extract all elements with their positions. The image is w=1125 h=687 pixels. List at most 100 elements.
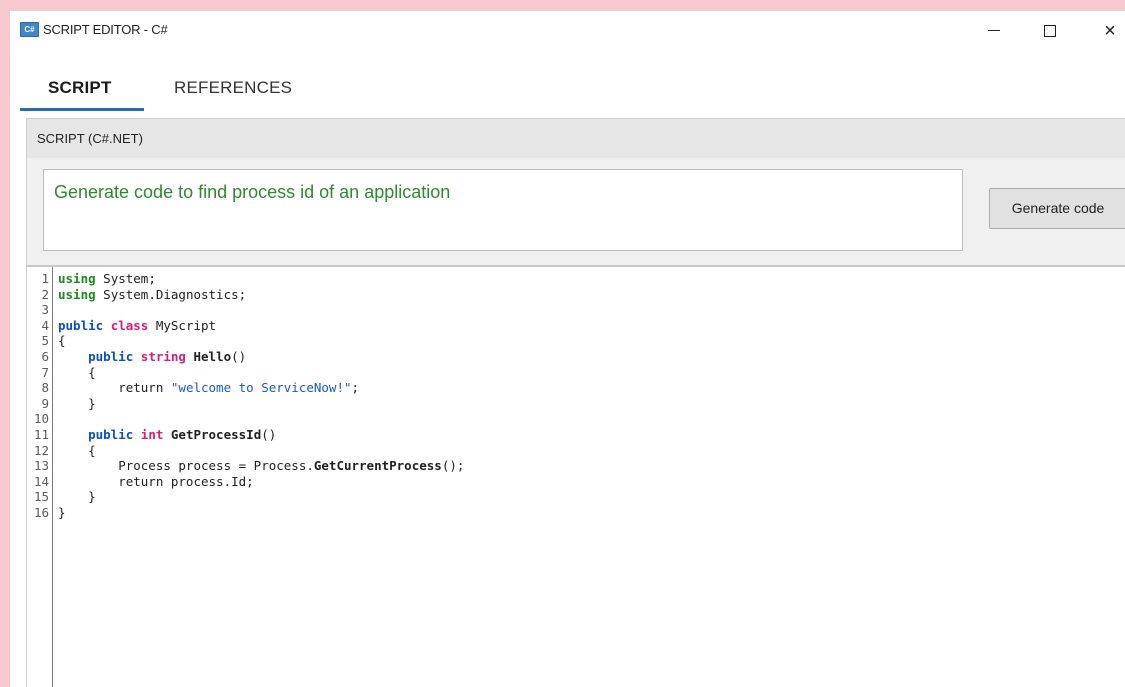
code-token: GetProcessId	[170, 427, 262, 442]
line-number: 10	[33, 411, 49, 427]
line-number: 2	[41, 286, 49, 302]
maximize-button[interactable]	[1028, 11, 1072, 51]
code-line: 10	[27, 411, 49, 426]
code-text: }	[58, 489, 96, 504]
code-token: System.Diagnostics;	[95, 286, 247, 302]
code-token: Process process = Process.	[58, 458, 314, 474]
code-token: }	[58, 395, 96, 411]
code-text: public string Hello()	[58, 349, 246, 364]
generate-code-button[interactable]: Generate code	[989, 188, 1125, 229]
line-number: 14	[33, 473, 49, 489]
script-panel-header: SCRIPT (C#.NET)	[26, 118, 1125, 159]
code-text: {	[58, 443, 96, 458]
maximize-icon	[1044, 24, 1056, 37]
code-text: return "welcome to ServiceNow!";	[58, 380, 359, 395]
code-line: 1 using System;	[27, 271, 155, 286]
code-editor[interactable]: 1 using System; 2 using System.Diagnostics;…	[26, 265, 1125, 687]
code-text: public int GetProcessId()	[58, 427, 276, 442]
code-line: 6 public string Hello()	[27, 349, 246, 364]
tab-references[interactable]: REFERENCES	[174, 78, 292, 98]
csharp-icon: C#	[20, 22, 39, 37]
tab-bar: SCRIPT REFERENCES	[10, 50, 1125, 112]
line-number: 16	[33, 505, 49, 520]
script-editor-window: C# SCRIPT EDITOR - C# × SCRIPT REFERENCE…	[10, 0, 1125, 687]
line-number: 15	[33, 489, 49, 505]
code-text: {	[58, 365, 96, 380]
code-line: 9 }	[27, 395, 95, 411]
code-text: using System;	[58, 271, 156, 286]
minimize-icon	[988, 30, 1000, 32]
title-bar: C# SCRIPT EDITOR - C# ×	[10, 10, 1125, 51]
code-token: string	[140, 349, 186, 364]
code-token: Hello	[193, 349, 232, 364]
code-token: GetCurrentProcess	[313, 458, 442, 474]
code-token: ();	[441, 458, 465, 474]
code-token: }	[58, 505, 66, 520]
code-token: {	[58, 364, 96, 380]
code-token: MyScript	[148, 317, 217, 333]
code-line: 15 }	[27, 489, 96, 505]
line-number: 1	[41, 271, 49, 286]
background-strip	[10, 0, 1125, 10]
code-line: 7 {	[27, 364, 95, 380]
code-line: 2 using System.Diagnostics;	[27, 286, 246, 302]
line-number: 4	[41, 317, 49, 333]
line-number: 9	[41, 395, 49, 411]
line-number: 7	[41, 364, 49, 380]
script-panel-label: SCRIPT (C#.NET)	[37, 131, 143, 146]
code-line: 8 return "welcome to ServiceNow!";	[27, 380, 359, 396]
tab-script[interactable]: SCRIPT	[48, 78, 112, 98]
code-token: return	[58, 380, 171, 396]
code-token: {	[58, 333, 66, 349]
code-token: class	[110, 317, 149, 333]
prompt-area: Generate code to find process id of an a…	[26, 158, 1125, 265]
code-token: }	[58, 489, 96, 505]
code-line: 5{	[27, 333, 65, 349]
code-text: }	[58, 396, 96, 411]
close-icon: ×	[1104, 20, 1116, 42]
prompt-input[interactable]: Generate code to find process id of an a…	[43, 169, 963, 251]
code-token: "welcome to ServiceNow!"	[170, 380, 352, 396]
line-number: 6	[41, 349, 49, 364]
code-line: 13 Process process = Process.GetCurrentP…	[27, 458, 464, 474]
line-number: 13	[33, 458, 49, 474]
line-number: 5	[41, 333, 49, 349]
code-token: return process.Id;	[58, 473, 254, 489]
close-button[interactable]: ×	[1088, 11, 1125, 51]
code-token: public	[88, 349, 134, 364]
code-text: using System.Diagnostics;	[58, 287, 246, 302]
code-token: public	[58, 317, 104, 333]
code-text: public class MyScript	[58, 318, 216, 333]
code-line: 16}	[27, 505, 66, 520]
code-token: ()	[231, 349, 247, 364]
line-number: 3	[41, 302, 49, 318]
prompt-text: Generate code to find process id of an a…	[54, 182, 451, 202]
window-title: SCRIPT EDITOR - C#	[43, 22, 168, 37]
code-text: return process.Id;	[58, 473, 254, 489]
code-token: ;	[351, 380, 360, 396]
minimize-button[interactable]	[972, 11, 1016, 51]
code-text: }	[58, 505, 66, 520]
code-token: int	[140, 427, 164, 442]
code-line: 14 return process.Id;	[27, 473, 254, 489]
code-text: {	[58, 333, 66, 348]
code-token: {	[58, 442, 96, 458]
code-token: using	[58, 271, 96, 286]
code-token: ()	[261, 427, 277, 442]
code-line: 4 public class MyScript	[27, 317, 216, 333]
code-line: 11 public int GetProcessId()	[27, 427, 276, 442]
code-text: Process process = Process.GetCurrentProc…	[58, 458, 464, 473]
code-token: System;	[95, 271, 156, 286]
code-line: 3	[27, 302, 49, 317]
line-number: 11	[33, 427, 49, 442]
line-number-gutter-divider	[52, 267, 53, 687]
active-tab-indicator	[20, 108, 144, 111]
code-token: public	[88, 427, 134, 442]
line-number: 8	[41, 380, 49, 396]
